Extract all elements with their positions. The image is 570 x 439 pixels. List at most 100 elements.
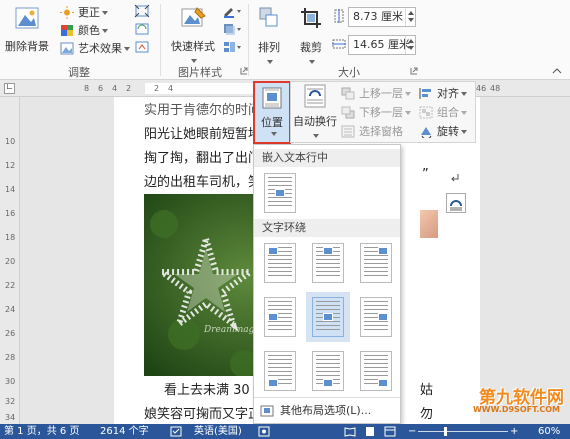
picture-layout-icon[interactable] (222, 40, 242, 54)
position-option-top-center[interactable] (312, 243, 344, 283)
separator (160, 4, 161, 76)
change-picture-icon[interactable] (134, 22, 150, 36)
dialog-launcher-icon[interactable] (240, 67, 248, 75)
macro-recording-icon[interactable] (258, 426, 270, 437)
collapse-ribbon-icon[interactable] (552, 67, 562, 75)
watermark-sub-text: WWW.D9SOFT.COM (472, 405, 560, 414)
ruler-tick: 22 (5, 281, 16, 290)
print-layout-icon[interactable] (364, 426, 376, 437)
ruler-tick: 10 (5, 137, 16, 146)
word-count[interactable]: 2614 个字 (100, 424, 149, 439)
bring-forward-button[interactable]: 上移一层 (341, 85, 411, 102)
doc-line: 娘笑容可掬而又字正 (144, 407, 262, 422)
position-option-middle-right[interactable] (360, 297, 392, 337)
zoom-in-button[interactable]: + (510, 424, 518, 439)
zoom-out-button[interactable]: − (408, 424, 416, 439)
color-label: 颜色 (78, 24, 100, 37)
corrections-label: 更正 (78, 6, 100, 19)
position-option-middle-center[interactable] (312, 297, 344, 337)
page-count[interactable]: 第 1 页，共 6 页 (4, 424, 79, 439)
chevron-down-icon (102, 29, 108, 33)
arrange-button[interactable]: 排列 (254, 6, 284, 68)
ruler-tick: 16 (5, 209, 16, 218)
sun-icon (60, 6, 74, 19)
shape-width-input[interactable]: 14.65 厘米 (348, 35, 416, 55)
width-spinner[interactable] (405, 36, 415, 54)
group-icon (419, 106, 433, 119)
read-mode-icon[interactable] (344, 426, 356, 437)
shape-height-value: 8.73 厘米 (353, 10, 403, 23)
ruler-tick: 4 (168, 84, 174, 93)
doc-line: 边的出租车司机，笑 (144, 175, 262, 190)
with-text-wrapping-header: 文字环绕 (254, 219, 400, 237)
quick-styles-button[interactable]: 快速样式 (168, 6, 218, 67)
language-status[interactable]: 英语(美国) (194, 424, 242, 439)
artistic-effects-label: 艺术效果 (78, 42, 122, 55)
chevron-down-icon (313, 134, 319, 138)
dialog-launcher-icon[interactable] (410, 67, 418, 75)
position-option-top-left[interactable] (264, 243, 296, 283)
position-option-bottom-left[interactable] (264, 351, 296, 391)
ruler-tick: 4 (112, 84, 118, 93)
position-label: 位置 (261, 116, 283, 129)
paragraph-mark-icon (451, 174, 459, 182)
more-layout-options-item[interactable]: 其他布局选项(L)... (254, 397, 400, 423)
picture-border-icon[interactable] (222, 4, 242, 18)
align-label: 对齐 (437, 87, 459, 100)
status-bar: 第 1 页，共 6 页 2614 个字 英语(美国) − + 60% (0, 424, 570, 439)
selection-pane-button[interactable]: 选择窗格 (341, 123, 403, 140)
shape-height-input[interactable]: 8.73 厘米 (348, 7, 416, 27)
doc-line: 掏了掏，翻出了出门 (144, 151, 262, 166)
zoom-slider[interactable] (418, 431, 508, 432)
proofing-icon[interactable] (170, 426, 182, 437)
height-spinner[interactable] (405, 8, 415, 26)
ruler-tick: 32 (5, 397, 16, 406)
group-button[interactable]: 组合 (419, 104, 467, 121)
quick-styles-label: 快速样式 (168, 38, 218, 67)
quick-styles-icon (181, 7, 206, 27)
position-option-inline[interactable] (264, 173, 296, 213)
remove-background-button[interactable]: 删除背景 (4, 6, 50, 54)
position-option-bottom-right[interactable] (360, 351, 392, 391)
shape-width-value: 14.65 厘米 (353, 38, 410, 51)
send-backward-button[interactable]: 下移一层 (341, 104, 411, 121)
doc-line: 看上去未满 30 (164, 383, 250, 398)
align-button[interactable]: 对齐 (419, 85, 467, 102)
position-option-bottom-center[interactable] (312, 351, 344, 391)
chevron-down-icon (267, 60, 273, 64)
bring-forward-icon (341, 87, 355, 100)
position-option-middle-left[interactable] (264, 297, 296, 337)
reset-picture-icon[interactable] (134, 40, 150, 54)
ruler-tick: 34 (5, 413, 16, 422)
layout-options-icon (450, 200, 462, 211)
vertical-ruler[interactable]: 10 12 14 16 18 20 22 24 26 28 30 32 34 (0, 97, 20, 424)
rotate-button[interactable]: 旋转 (419, 123, 467, 140)
color-button[interactable]: 颜色 (60, 22, 108, 39)
zoom-slider-thumb[interactable] (444, 427, 447, 436)
picture-effects-icon[interactable] (222, 22, 242, 36)
site-watermark-logo: 第九软件网 WWW.D9SOFT.COM (466, 383, 570, 423)
chevron-down-icon (124, 47, 130, 51)
layout-options-button[interactable] (446, 193, 466, 213)
tab-selector[interactable]: ∟ (4, 83, 15, 94)
corrections-button[interactable]: 更正 (60, 4, 108, 21)
position-option-top-right[interactable] (360, 243, 392, 283)
position-button[interactable]: 位置 (253, 81, 291, 144)
artistic-effects-button[interactable]: 艺术效果 (60, 40, 130, 57)
ruler-tick: 30 (5, 377, 16, 386)
position-gallery: 嵌入文本行中 文字环绕 其他布局选项(L)... (253, 144, 401, 424)
send-backward-label: 下移一层 (359, 106, 403, 119)
ruler-tick: 6 (98, 84, 104, 93)
ruler-tick: 2 (154, 84, 160, 93)
compress-pictures-icon[interactable] (134, 4, 150, 18)
inline-with-text-header: 嵌入文本行中 (254, 149, 400, 167)
zoom-level[interactable]: 60% (538, 424, 560, 439)
web-layout-icon[interactable] (384, 426, 396, 437)
rotate-icon (421, 127, 432, 138)
ruler-tick: 20 (5, 257, 16, 266)
doc-line: 勿 (420, 407, 434, 422)
remove-background-label: 删除背景 (5, 40, 49, 53)
wrap-text-label: 自动换行 (293, 115, 337, 128)
crop-button[interactable]: 裁剪 (294, 6, 328, 68)
wrap-text-button[interactable]: 自动换行 (293, 84, 337, 142)
